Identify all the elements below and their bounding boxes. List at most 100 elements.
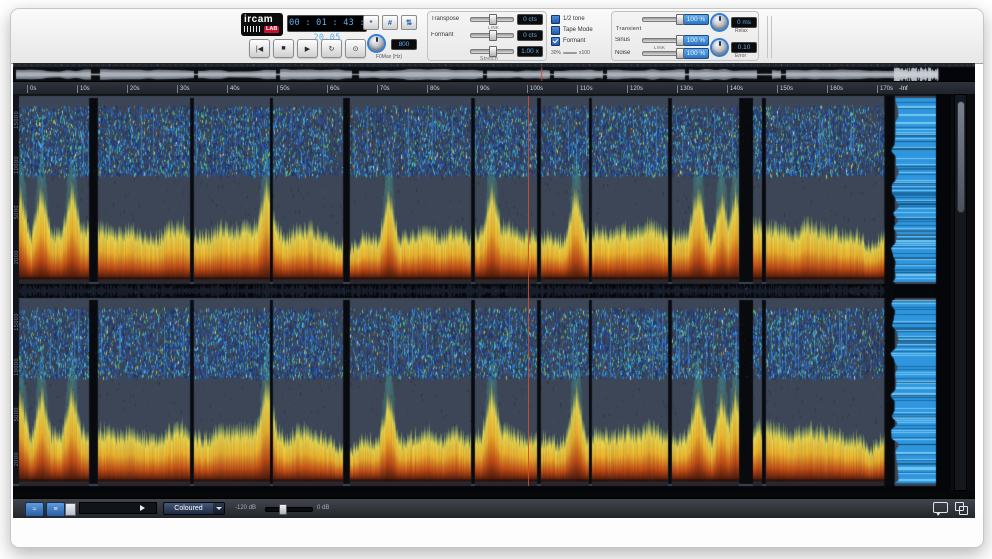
checkbox-label: 1/2 tone xyxy=(563,16,585,22)
logo-sub: LAB xyxy=(264,26,279,33)
sharp-button[interactable]: # xyxy=(382,15,398,30)
stretch-slider[interactable] xyxy=(470,49,514,54)
stretch-max-label: x100 xyxy=(579,50,590,56)
db-slider[interactable] xyxy=(265,507,313,512)
checkbox-row: 1/2 tone xyxy=(551,14,605,24)
logo-row: LAB xyxy=(244,25,280,33)
play-marker-icon xyxy=(140,505,145,511)
knob-indicator xyxy=(376,37,378,42)
stop-button[interactable]: ■ xyxy=(273,39,294,58)
freq-label: 5000 xyxy=(14,205,20,219)
spectrogram-canvas[interactable] xyxy=(13,94,951,491)
palette-select[interactable]: Coloured xyxy=(163,502,225,515)
freq-label: 10000 xyxy=(14,156,20,174)
formant-label: Formant xyxy=(431,32,467,38)
stretch-range-caption: 30% x100 xyxy=(551,50,605,56)
f0max-value: 800 xyxy=(391,39,417,50)
ruler-label: 30s xyxy=(177,85,190,93)
play-button[interactable]: ▶ xyxy=(297,39,318,58)
overview-waveform[interactable] xyxy=(13,63,975,81)
ruler-label: 70s xyxy=(377,85,390,93)
slider-thumb[interactable] xyxy=(489,14,497,25)
ruler-label: 120s xyxy=(627,85,643,93)
slider-row: 100 % xyxy=(615,14,709,24)
engine-link-toggle[interactable]: LINK xyxy=(654,45,665,50)
toolbar-grip xyxy=(767,16,774,58)
spectrogram-view: 150001000050002000150001000050002000 xyxy=(13,94,975,491)
stretch-caption: Stretch xyxy=(480,56,498,62)
nudge-button[interactable]: ⇅ xyxy=(401,15,417,30)
engine-group: 100 %Sinus100 %Noise100 % Transient LINK… xyxy=(611,11,759,61)
relax-knob[interactable] xyxy=(712,15,727,30)
ruler-label: 170s xyxy=(877,85,893,93)
freq-label: 2000 xyxy=(14,452,20,466)
formant-checkbox[interactable] xyxy=(551,37,560,46)
palette-value: Coloured xyxy=(164,503,213,514)
app-window: ircam LAB 00 : 01 : 43 : 20.05 |◀■▶↻⊙ *#… xyxy=(10,8,984,548)
checkbox-row: Formant xyxy=(551,36,605,46)
db-min-label: -120 dB xyxy=(235,505,256,511)
transient-slider[interactable] xyxy=(642,17,680,22)
slider-row: Sinus100 % xyxy=(615,35,709,45)
ruler-label: 0s xyxy=(27,85,36,93)
ruler-right-label: -Inf xyxy=(897,85,908,93)
bottom-toolbar: ≈≡ Coloured -120 dB 0 dB xyxy=(13,498,975,518)
engine-slider-rows: 100 %Sinus100 %Noise100 % xyxy=(612,14,712,61)
view-buttons: ≈≡ xyxy=(25,502,65,517)
layers-icon[interactable] xyxy=(955,502,969,514)
checkbox-label: Formant xyxy=(563,38,585,44)
knob-indicator xyxy=(719,16,721,21)
error-label: Error xyxy=(735,53,746,59)
pitch-slider-rows: Transpose0 ctsFormant0 cts1.00 x xyxy=(428,14,546,62)
page: ircam LAB 00 : 01 : 43 : 20.05 |◀■▶↻⊙ *#… xyxy=(0,0,992,559)
spectrum-view-button[interactable]: ≡ xyxy=(46,502,65,517)
small-button[interactable] xyxy=(65,503,76,516)
link-toggle[interactable]: LINK xyxy=(488,25,499,30)
db-slider-thumb[interactable] xyxy=(279,504,287,515)
logo-brand: ircam xyxy=(244,14,280,25)
slider-thumb[interactable] xyxy=(489,30,497,41)
transpose-value: 0 cts xyxy=(517,14,543,25)
ruler-label: 10s xyxy=(77,85,90,93)
ircam-lab-logo: ircam LAB xyxy=(241,13,283,36)
error-knob[interactable] xyxy=(712,40,727,55)
ruler-label: 50s xyxy=(277,85,290,93)
stretch-value: 1.00 x xyxy=(517,46,543,57)
mode-buttons: *#⇅ xyxy=(363,15,417,30)
relax-label: Relax xyxy=(735,28,748,34)
options-group: 1/2 toneTape ModeFormant 30% x100 xyxy=(551,14,605,56)
freq-label: 2000 xyxy=(14,250,20,264)
slider-thumb[interactable] xyxy=(489,46,497,57)
comment-bubble-icon[interactable] xyxy=(933,502,948,513)
ruler-label: 110s xyxy=(577,85,593,93)
scrollbar-thumb[interactable] xyxy=(957,101,965,213)
horizontal-scroll-area[interactable] xyxy=(13,491,975,498)
sinus-slider[interactable] xyxy=(642,38,680,43)
slider-thumb[interactable] xyxy=(676,35,684,46)
stretch-range-slider[interactable] xyxy=(563,52,577,54)
freq-label: 15000 xyxy=(14,313,20,331)
transpose-slider[interactable] xyxy=(470,17,514,22)
slider-row: 1.00 x xyxy=(431,46,543,56)
slider-thumb[interactable] xyxy=(676,14,684,25)
f0max-knob[interactable] xyxy=(369,36,384,51)
freq-label: 15000 xyxy=(14,111,20,129)
time-ruler[interactable]: 0s10s20s30s40s50s60s70s80s90s100s110s120… xyxy=(13,81,975,94)
vertical-scrollbar[interactable] xyxy=(954,94,967,491)
freq-label: 5000 xyxy=(14,407,20,421)
relax-value: 0 ms xyxy=(731,17,757,28)
1-2-tone-checkbox[interactable] xyxy=(551,15,560,24)
transport-buttons: |◀■▶↻⊙ xyxy=(249,39,366,58)
waveform-view-button[interactable]: ≈ xyxy=(25,502,44,517)
formant-slider[interactable] xyxy=(470,33,514,38)
pitch-group: Transpose0 ctsFormant0 cts1.00 x LINK St… xyxy=(427,11,547,61)
go-to-start-button[interactable]: |◀ xyxy=(249,39,270,58)
loop-button[interactable]: ↻ xyxy=(321,39,342,58)
noise-slider[interactable] xyxy=(642,51,680,56)
freeze-button[interactable]: * xyxy=(363,15,379,30)
playhead[interactable] xyxy=(528,96,529,486)
marker-strip[interactable] xyxy=(79,502,157,514)
slider-thumb[interactable] xyxy=(676,48,684,59)
ruler-label: 150s xyxy=(777,85,793,93)
tape-mode-checkbox[interactable] xyxy=(551,26,560,35)
